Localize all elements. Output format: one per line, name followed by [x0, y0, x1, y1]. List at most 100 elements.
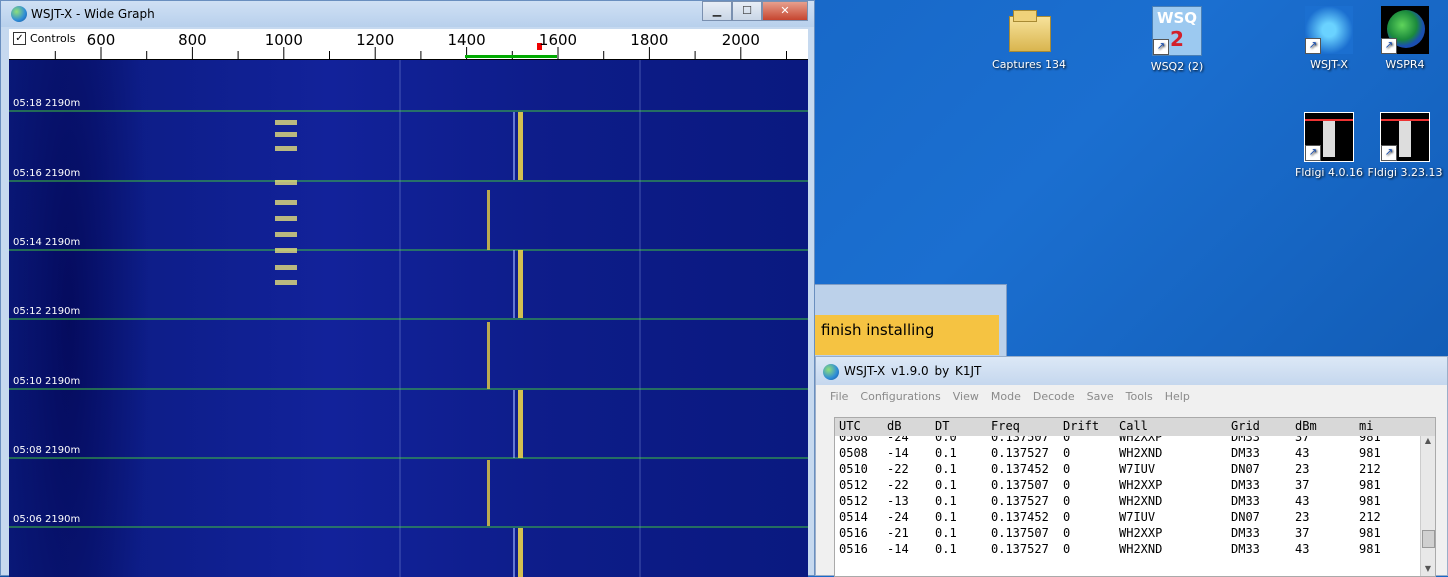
- desktop-icon-label: Captures 134: [992, 58, 1066, 71]
- shortcut-arrow-icon: ↗: [1381, 38, 1397, 54]
- wspr4-globe-icon: ↗: [1381, 6, 1429, 54]
- fldigi-icon: ↗: [1304, 112, 1354, 162]
- desktop-icon-captures[interactable]: Captures 134: [984, 6, 1074, 71]
- decode-cell: 23: [1295, 462, 1310, 476]
- install-notification[interactable]: finish installing: [800, 284, 1007, 364]
- scale-ticks: [54, 43, 787, 59]
- decoded-text-panel[interactable]: UTC dB DT Freq Drift Call Grid dBm mi 0508 -24 0.0…: [834, 417, 1436, 577]
- decode-cell: 981: [1359, 494, 1381, 508]
- decode-cell: WH2XXP: [1119, 478, 1163, 492]
- decode-cell: 0.137527: [991, 494, 1049, 508]
- decode-cell: DM33: [1231, 446, 1260, 460]
- decode-row[interactable]: 0510 -22 0.1 0.137452 0 W7IUV DN07 23 212: [835, 462, 1421, 478]
- decode-row[interactable]: 0516 -14 0.1 0.137527 0 WH2XND DM33 43 981: [835, 542, 1421, 558]
- controls-label: Controls: [30, 32, 76, 45]
- signal-trace: [518, 112, 523, 180]
- decode-cell: DN07: [1231, 462, 1260, 476]
- wide-graph-titlebar[interactable]: WSJT-X - Wide Graph ▁ ☐ ✕: [1, 1, 814, 27]
- decode-cell: WH2XND: [1119, 446, 1163, 460]
- menu-mode[interactable]: Mode: [991, 390, 1029, 403]
- decode-cell: 0.1: [935, 542, 957, 556]
- controls-checkbox[interactable]: ✓: [13, 32, 26, 45]
- frequency-scale[interactable]: ✓ Controls 600 800 1000 1200 1400 1600 1800 200…: [9, 29, 808, 60]
- desktop-icon-label: WSQ2 (2): [1150, 60, 1204, 73]
- signal-burst: [275, 146, 297, 151]
- wide-graph-content: ✓ Controls 600 800 1000 1200 1400 1600 1800 200…: [9, 29, 808, 577]
- waterfall-display[interactable]: 05:18 2190m 05:16 2190m 05:14 2190m 05:12 2…: [9, 60, 808, 577]
- decode-list[interactable]: 0508 -24 0.0 0.137507 0 WH2XXP DM33 37 981 0508 -1…: [835, 436, 1421, 576]
- decode-cell: DN07: [1231, 510, 1260, 524]
- decode-row[interactable]: 0512 -13 0.1 0.137527 0 WH2XND DM33 43 981: [835, 494, 1421, 510]
- desktop-icon-wspr4[interactable]: ↗ WSPR4: [1360, 6, 1448, 71]
- decode-row[interactable]: 0516 -21 0.1 0.137507 0 WH2XXP DM33 37 981: [835, 526, 1421, 542]
- decode-row[interactable]: 0508 -24 0.0 0.137507 0 WH2XXP DM33 37 981: [835, 436, 1421, 446]
- scale-tick-label: 1000: [264, 31, 303, 49]
- decode-cell: -22: [887, 462, 909, 476]
- time-label: 05:06 2190m: [13, 514, 81, 525]
- menu-save[interactable]: Save: [1087, 390, 1122, 403]
- menu-file[interactable]: File: [830, 390, 856, 403]
- column-header: mi: [1359, 419, 1374, 433]
- decode-cell: 43: [1295, 446, 1310, 460]
- controls-toggle[interactable]: ✓ Controls: [13, 32, 76, 45]
- scale-tick-label: 600: [86, 31, 116, 49]
- column-header: Freq: [991, 419, 1020, 433]
- decode-cell: 0508: [839, 436, 868, 444]
- decode-cell: -24: [887, 510, 909, 524]
- scale-tick-label: 800: [178, 31, 207, 49]
- menu-help[interactable]: Help: [1165, 390, 1198, 403]
- signal-burst: [275, 265, 297, 270]
- decode-scrollbar[interactable]: ▲ ▼: [1420, 436, 1435, 576]
- decode-row[interactable]: 0514 -24 0.1 0.137452 0 W7IUV DN07 23 212: [835, 510, 1421, 526]
- decode-cell: W7IUV: [1119, 462, 1156, 476]
- menu-view[interactable]: View: [953, 390, 987, 403]
- scale-tick-label: 2000: [721, 31, 760, 49]
- decode-cell: -22: [887, 478, 909, 492]
- menu-decode[interactable]: Decode: [1033, 390, 1083, 403]
- minimize-button[interactable]: ▁: [702, 1, 732, 21]
- decode-cell: DM33: [1231, 494, 1260, 508]
- decode-cell: WH2XND: [1119, 494, 1163, 508]
- wsjtx-globe-icon: [11, 6, 27, 22]
- desktop-icon-wsq2[interactable]: WSQ 2 ↗ WSQ2 (2): [1132, 6, 1222, 73]
- wsjtx-main-window[interactable]: WSJT-X v1.9.0 by K1JT File Configuration…: [815, 356, 1448, 577]
- decode-row[interactable]: 0508 -14 0.1 0.137527 0 WH2XND DM33 43 981: [835, 446, 1421, 462]
- decode-cell: 0.137527: [991, 446, 1049, 460]
- menu-tools[interactable]: Tools: [1126, 390, 1161, 403]
- menu-configurations[interactable]: Configurations: [860, 390, 948, 403]
- main-title: WSJT-X v1.9.0 by K1JT: [844, 364, 982, 378]
- decode-cell: 37: [1295, 478, 1310, 492]
- column-header: Call: [1119, 419, 1148, 433]
- decode-cell: 0: [1063, 436, 1071, 444]
- column-header: dB: [887, 419, 902, 433]
- wsq2-icon: WSQ 2 ↗: [1152, 6, 1202, 56]
- signal-burst: [275, 200, 297, 205]
- fldigi-icon: ↗: [1380, 112, 1430, 162]
- close-button[interactable]: ✕: [762, 1, 808, 21]
- wide-graph-title: WSJT-X - Wide Graph: [31, 7, 155, 21]
- shortcut-arrow-icon: ↗: [1153, 39, 1169, 55]
- signal-burst: [275, 248, 297, 253]
- shortcut-arrow-icon: ↗: [1381, 145, 1397, 161]
- column-header: Drift: [1063, 419, 1100, 433]
- signal-trace: [518, 390, 523, 458]
- decode-cell: 0.137452: [991, 462, 1049, 476]
- decode-row[interactable]: 0512 -22 0.1 0.137507 0 WH2XXP DM33 37 981: [835, 478, 1421, 494]
- decode-cell: 0.137527: [991, 542, 1049, 556]
- decode-cell: 0: [1063, 510, 1071, 524]
- wide-graph-window[interactable]: WSJT-X - Wide Graph ▁ ☐ ✕ ✓ Controls 600…: [0, 0, 815, 577]
- main-titlebar[interactable]: WSJT-X v1.9.0 by K1JT: [816, 357, 1447, 385]
- decode-cell: 0.137507: [991, 478, 1049, 492]
- desktop-icon-fldigi-3[interactable]: ↗ Fldigi 3.23.13: [1360, 112, 1448, 179]
- scroll-thumb[interactable]: [1422, 530, 1435, 548]
- scroll-up-icon[interactable]: ▲: [1421, 436, 1435, 448]
- maximize-button[interactable]: ☐: [732, 1, 762, 21]
- decode-cell: 0514: [839, 510, 868, 524]
- column-header: UTC: [839, 419, 861, 433]
- decode-cell: 0510: [839, 462, 868, 476]
- desktop-icon-label: Fldigi 3.23.13: [1367, 166, 1443, 179]
- decode-cell: 0.137452: [991, 510, 1049, 524]
- signal-trace: [513, 250, 515, 318]
- decode-cell: DM33: [1231, 478, 1260, 492]
- scroll-down-icon[interactable]: ▼: [1421, 564, 1435, 576]
